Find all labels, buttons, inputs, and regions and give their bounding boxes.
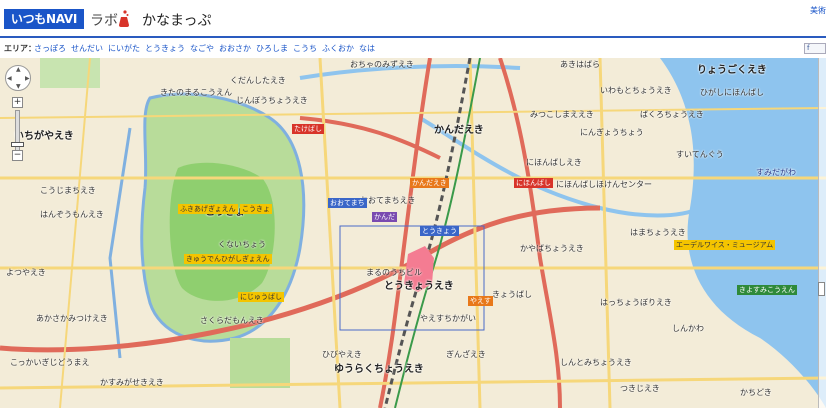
road-8 xyxy=(59,58,91,408)
badge-takebashi[interactable]: たけばし xyxy=(292,124,324,134)
label-hibiya[interactable]: ひびやえき xyxy=(322,350,362,359)
label-shinkawa[interactable]: しんかわ xyxy=(672,324,704,333)
label-kanda[interactable]: かんだえき xyxy=(434,126,484,136)
label-nihonbashi-bank[interactable]: にほんばしほけんセンター xyxy=(556,180,652,189)
label-bakuro[interactable]: ばくろちょうえき xyxy=(640,110,704,119)
badge-nijubashi[interactable]: にじゅうばし xyxy=(238,292,284,302)
badge-tokyo[interactable]: とうきょう xyxy=(420,226,459,236)
area-link-sendai[interactable]: せんだい xyxy=(71,40,103,57)
label-kyobashi[interactable]: きょうばし xyxy=(492,290,532,299)
zoom-in-button[interactable]: + xyxy=(12,97,23,108)
area-link-niigata[interactable]: にいがた xyxy=(108,40,140,57)
label-mitsukoshi[interactable]: みつこしまええき xyxy=(530,110,594,119)
area-link-sapporo[interactable]: さっぽろ xyxy=(34,40,66,57)
area-link-osaka[interactable]: おおさか xyxy=(219,40,251,57)
label-sakuradamon[interactable]: さくらだもんえき xyxy=(200,316,264,325)
area-link-fukuoka[interactable]: ふくおか xyxy=(322,40,354,57)
facebook-icon[interactable]: f xyxy=(804,43,826,54)
label-akasaka[interactable]: あかさかみつけえき xyxy=(36,314,108,323)
palace-inner xyxy=(169,162,275,301)
label-kasumigaseki[interactable]: かすみがせきえき xyxy=(100,378,164,387)
area-links: さっぽろ せんだい にいがた とうきょう なごや おおさか ひろしま こうち ふ… xyxy=(34,40,375,57)
label-kayabacho[interactable]: かやばちょうえき xyxy=(520,244,584,253)
side-scroll-button[interactable] xyxy=(818,282,825,296)
label-tsukiji[interactable]: つきじえき xyxy=(620,384,660,393)
badge-kanda[interactable]: かんだ xyxy=(372,212,397,222)
label-ginza[interactable]: ぎんざえき xyxy=(446,350,486,359)
badge-kandaeki[interactable]: かんだえき xyxy=(410,178,449,188)
label-tokyo[interactable]: とうきょうえき xyxy=(384,282,454,292)
label-akihabara[interactable]: あきはばら xyxy=(560,60,600,69)
zoom-out-button[interactable]: − xyxy=(12,150,23,161)
itsumo-navi-logo[interactable]: いつもNAVI xyxy=(4,9,84,29)
area-link-nagoya[interactable]: なごや xyxy=(190,40,214,57)
app-title: かなまっぷ xyxy=(142,13,212,29)
label-marunouchi[interactable]: まるのうちビル xyxy=(366,268,422,277)
label-yurakucho[interactable]: ゆうらくちょうえき xyxy=(334,365,424,375)
label-hamacho[interactable]: はまちょうえき xyxy=(630,228,686,237)
label-hatchobori[interactable]: はっちょうぼりえき xyxy=(600,298,672,307)
label-ryogoku[interactable]: りょうごくえき xyxy=(697,66,767,76)
park-nw xyxy=(40,58,100,88)
right-scroll-strip xyxy=(818,58,826,408)
label-higashi[interactable]: ひがしにほんばし xyxy=(700,88,764,97)
badge-otemachi[interactable]: おおてまち xyxy=(328,198,367,208)
label-kudan[interactable]: くだんしたえき xyxy=(230,76,286,85)
area-link-naha[interactable]: なは xyxy=(359,40,375,57)
badge-kyuden[interactable]: きゅうでんひがしぎょえん xyxy=(184,254,272,264)
badge-yaesu[interactable]: やえす xyxy=(468,296,493,306)
area-link-hiroshima[interactable]: ひろしま xyxy=(256,40,288,57)
label-otemachi[interactable]: おおてまちえき xyxy=(360,196,415,205)
area-link-kochi[interactable]: こうち xyxy=(293,40,317,57)
label-iwamotocho[interactable]: いわもとちょうえき xyxy=(600,86,672,95)
label-kojimachi[interactable]: こうじまちえき xyxy=(40,186,96,195)
label-sumida[interactable]: すみだがわ xyxy=(756,168,796,177)
flask-icon xyxy=(119,10,129,27)
area-title: エリア： xyxy=(4,44,36,53)
label-jimbocho[interactable]: じんぼうちょうえき xyxy=(236,96,308,105)
label-nihonbashi[interactable]: にほんばしえき xyxy=(526,158,582,167)
moat-west xyxy=(108,127,132,359)
label-ningyocho[interactable]: にんぎょうちょう xyxy=(580,128,644,137)
label-kokkai[interactable]: こっかいぎじどうまえ xyxy=(10,358,89,367)
label-kachidoki[interactable]: かちどき xyxy=(740,388,772,397)
pan-control[interactable]: ▲ ▼ ◀ ▶ xyxy=(5,65,31,91)
map-canvas[interactable]: いちがやえき きたのまるこうえん くだんしたえき かんだえき おおてまちえき と… xyxy=(0,58,826,408)
label-yaesu[interactable]: やえすちかがい xyxy=(420,314,476,323)
label-ochanomizu[interactable]: おちゃのみずえき xyxy=(350,60,414,69)
zoom-slider-knob[interactable] xyxy=(11,142,24,147)
pan-down-icon[interactable]: ▼ xyxy=(16,83,21,90)
badge-fukiage[interactable]: ふきあげぎょえん xyxy=(178,204,238,214)
lab-label: ラボ xyxy=(90,13,118,29)
label-shintomicho[interactable]: しんとみちょうえき xyxy=(560,358,632,367)
badge-museum[interactable]: エーデルワイス・ミュージアム xyxy=(674,240,776,250)
label-ichigaya[interactable]: いちがやえき xyxy=(14,132,74,142)
pan-up-icon[interactable]: ▲ xyxy=(16,66,21,73)
pan-left-icon[interactable]: ◀ xyxy=(7,75,12,82)
area-link-tokyo[interactable]: とうきょう xyxy=(145,40,185,57)
badge-kokyo[interactable]: こうきょ xyxy=(240,204,272,214)
area-bar: エリア： さっぽろ せんだい にいがた とうきょう なごや おおさか ひろしま … xyxy=(0,40,826,57)
label-kitanomaru[interactable]: きたのまるこうえん xyxy=(160,88,232,97)
pan-right-icon[interactable]: ▶ xyxy=(25,75,30,82)
badge-nihonbashi[interactable]: にほんばし xyxy=(514,178,553,188)
label-suitengu[interactable]: すいてんぐう xyxy=(676,150,724,159)
park-hibiya xyxy=(230,338,290,388)
label-yotsuya[interactable]: よつやえき xyxy=(6,268,46,277)
zoom-slider-track[interactable] xyxy=(15,110,20,154)
label-kunaicho[interactable]: くないちょう xyxy=(218,240,266,249)
label-hanzomon[interactable]: はんぞうもんえき xyxy=(40,210,104,219)
corner-link[interactable]: 美術 xyxy=(810,5,826,16)
header: いつもNAVI ラボ かなまっぷ 美術 xyxy=(0,0,826,38)
badge-kiyosumi[interactable]: きよすみこうえん xyxy=(737,285,797,295)
